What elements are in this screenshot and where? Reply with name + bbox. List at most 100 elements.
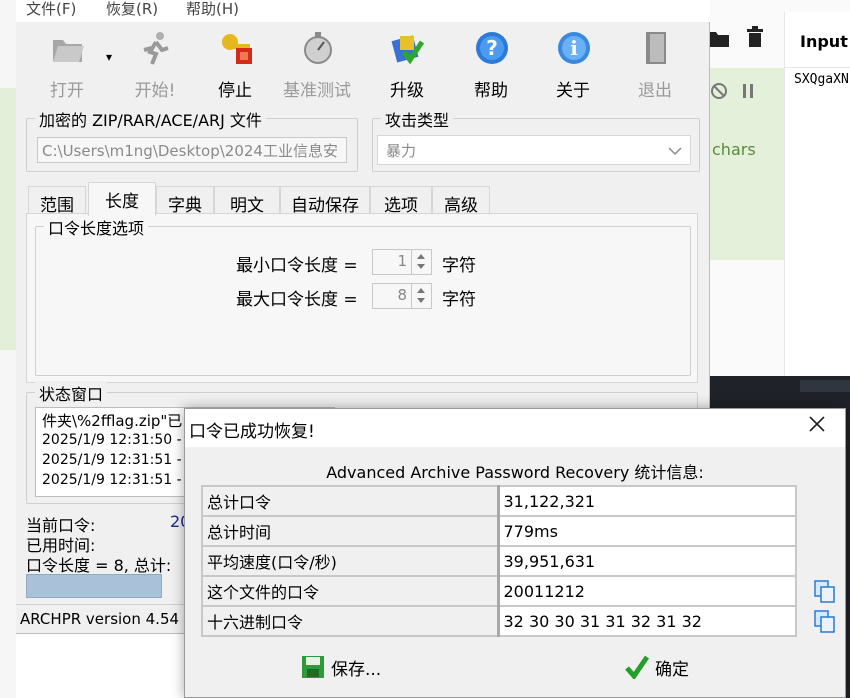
min-length-label: 最小口令长度 = bbox=[236, 256, 358, 276]
min-length-unit: 字符 bbox=[442, 256, 476, 276]
table-row: 这个文件的口令 20011212 bbox=[201, 575, 797, 607]
length-options-group: 口令长度选项 最小口令长度 = 1 字符 最大口令长度 = 8 字符 bbox=[35, 215, 691, 376]
attack-type-select[interactable]: 暴力 bbox=[377, 135, 691, 165]
length-total-label: 口令长度 = 8, 总计: bbox=[26, 556, 172, 575]
input-header-label: Input bbox=[800, 32, 848, 51]
folder-icon[interactable] bbox=[708, 28, 730, 48]
tab-advanced[interactable]: 高级 bbox=[432, 186, 490, 216]
length-options-title: 口令长度选项 bbox=[44, 215, 149, 239]
background-input-header: Input bbox=[784, 12, 850, 68]
attack-type-group-title: 攻击类型 bbox=[381, 107, 454, 131]
stat-value[interactable]: 31,122,321 bbox=[497, 485, 797, 517]
menu-bar: 文件(F) 恢复(R) 帮助(H) bbox=[16, 0, 710, 22]
exit-button[interactable]: 退出 bbox=[618, 28, 692, 101]
max-length-spinner[interactable]: 8 bbox=[372, 283, 432, 309]
log-line: 2025/1/9 12:31:51 - bbox=[42, 452, 182, 468]
checkmark-icon bbox=[625, 655, 649, 679]
stat-key: 平均速度(口令/秒) bbox=[201, 545, 500, 577]
help-button[interactable]: ? 帮助 bbox=[454, 28, 528, 101]
start-button[interactable]: 开始! bbox=[118, 28, 192, 101]
info-icon: i bbox=[558, 32, 590, 64]
upgrade-button[interactable]: 升级 bbox=[370, 28, 444, 101]
dialog-heading: Advanced Archive Password Recovery 统计信息: bbox=[326, 463, 704, 482]
status-window-title: 状态窗口 bbox=[35, 381, 108, 405]
stat-key: 总计时间 bbox=[201, 515, 500, 547]
copy-password-button[interactable] bbox=[813, 579, 837, 603]
min-length-value: 1 bbox=[397, 252, 407, 270]
menu-file[interactable]: 文件(F) bbox=[26, 0, 76, 19]
attack-type-value: 暴力 bbox=[386, 142, 417, 160]
about-button[interactable]: i 关于 bbox=[536, 28, 610, 101]
benchmark-button[interactable]: 基准测试 bbox=[280, 28, 354, 101]
dialog-titlebar: 口令已成功恢复! bbox=[185, 409, 845, 447]
table-row: 十六进制口令 32 30 30 31 31 32 31 32 bbox=[201, 605, 797, 637]
copy-icon bbox=[814, 580, 835, 603]
background-right-highlight: chars bbox=[708, 68, 784, 260]
copy-hex-button[interactable] bbox=[813, 609, 837, 633]
background-chars-label: chars bbox=[712, 140, 756, 159]
input-value: SXQgaXN bbox=[794, 72, 849, 87]
copy-icon bbox=[814, 610, 835, 633]
hex-password-value[interactable]: 32 30 30 31 31 32 31 32 bbox=[497, 605, 797, 637]
stat-key: 这个文件的口令 bbox=[201, 575, 500, 607]
tab-length[interactable]: 长度 bbox=[88, 182, 156, 216]
tab-dictionary[interactable]: 字典 bbox=[156, 186, 214, 216]
save-disk-icon bbox=[302, 656, 324, 678]
table-row: 总计时间 779ms bbox=[201, 515, 797, 547]
save-button[interactable]: 保存... bbox=[301, 653, 411, 683]
menu-help[interactable]: 帮助(H) bbox=[186, 0, 239, 19]
stat-value[interactable]: 779ms bbox=[497, 515, 797, 547]
log-line: 2025/1/9 12:31:51 - bbox=[42, 472, 182, 488]
version-label: ARCHPR version 4.54 ( bbox=[20, 610, 190, 628]
help-icon: ? bbox=[476, 32, 508, 64]
attack-type-group: 攻击类型 暴力 bbox=[372, 107, 700, 172]
svg-text:?: ? bbox=[486, 36, 498, 60]
stopwatch-icon bbox=[304, 32, 332, 64]
stats-table: 总计口令 31,122,321 总计时间 779ms 平均速度(口令/秒) 39… bbox=[201, 485, 797, 637]
tab-range[interactable]: 范围 bbox=[28, 186, 86, 216]
encrypted-file-group-title: 加密的 ZIP/RAR/ACE/ARJ 文件 bbox=[35, 107, 266, 131]
max-length-unit: 字符 bbox=[442, 290, 476, 310]
start-runner-icon bbox=[143, 32, 169, 65]
toolbar: 打开 ▾ 开始! 停止 基准测试 升级 ? 帮助 i 关于 退出 bbox=[16, 22, 710, 102]
svg-text:i: i bbox=[570, 36, 578, 60]
pause-icon[interactable] bbox=[742, 84, 754, 98]
stop-key-icon bbox=[222, 34, 252, 64]
max-length-value: 8 bbox=[397, 286, 407, 304]
table-row: 平均速度(口令/秒) 39,951,631 bbox=[201, 545, 797, 577]
stop-button[interactable]: 停止 bbox=[198, 28, 272, 101]
table-row: 总计口令 31,122,321 bbox=[201, 485, 797, 517]
upgrade-box-icon bbox=[391, 35, 425, 65]
tab-autosave[interactable]: 自动保存 bbox=[280, 186, 370, 216]
encrypted-file-group: 加密的 ZIP/RAR/ACE/ARJ 文件 C:\Users\m1ng\Des… bbox=[26, 107, 358, 172]
tab-plaintext[interactable]: 明文 bbox=[214, 186, 280, 216]
disable-icon[interactable] bbox=[710, 82, 728, 100]
file-path-field[interactable]: C:\Users\m1ng\Desktop\2024工业信息安 bbox=[37, 137, 347, 163]
ok-button[interactable]: 确定 bbox=[625, 653, 705, 683]
min-length-spinner[interactable]: 1 bbox=[372, 249, 432, 275]
log-line: 2025/1/9 12:31:50 - bbox=[42, 432, 182, 448]
log-line: 件夹\%2fflag.zip"已 bbox=[42, 412, 183, 430]
background-dark-bar bbox=[800, 380, 850, 392]
open-dropdown-arrow[interactable]: ▾ bbox=[106, 50, 112, 64]
close-icon bbox=[809, 416, 825, 432]
max-length-arrows[interactable] bbox=[411, 284, 431, 308]
tab-options[interactable]: 选项 bbox=[370, 186, 432, 216]
length-tab-panel: 口令长度选项 最小口令长度 = 1 字符 最大口令长度 = 8 字符 bbox=[26, 213, 698, 383]
exit-door-icon bbox=[646, 32, 666, 64]
progress-bar bbox=[26, 574, 162, 598]
password-recovered-dialog: 口令已成功恢复! Advanced Archive Password Recov… bbox=[184, 408, 846, 698]
dialog-title: 口令已成功恢复! bbox=[189, 422, 315, 442]
open-button[interactable]: 打开 bbox=[30, 28, 104, 101]
min-length-arrows[interactable] bbox=[411, 250, 431, 274]
trash-icon[interactable] bbox=[746, 26, 764, 48]
stat-key: 总计口令 bbox=[201, 485, 500, 517]
background-left-highlight bbox=[0, 88, 16, 350]
stat-value[interactable]: 39,951,631 bbox=[497, 545, 797, 577]
menu-recover[interactable]: 恢复(R) bbox=[106, 0, 158, 19]
stat-key: 十六进制口令 bbox=[201, 605, 500, 637]
password-value[interactable]: 20011212 bbox=[497, 575, 797, 607]
close-button[interactable] bbox=[805, 415, 829, 439]
chevron-down-icon bbox=[668, 147, 682, 156]
max-length-label: 最大口令长度 = bbox=[236, 290, 358, 310]
